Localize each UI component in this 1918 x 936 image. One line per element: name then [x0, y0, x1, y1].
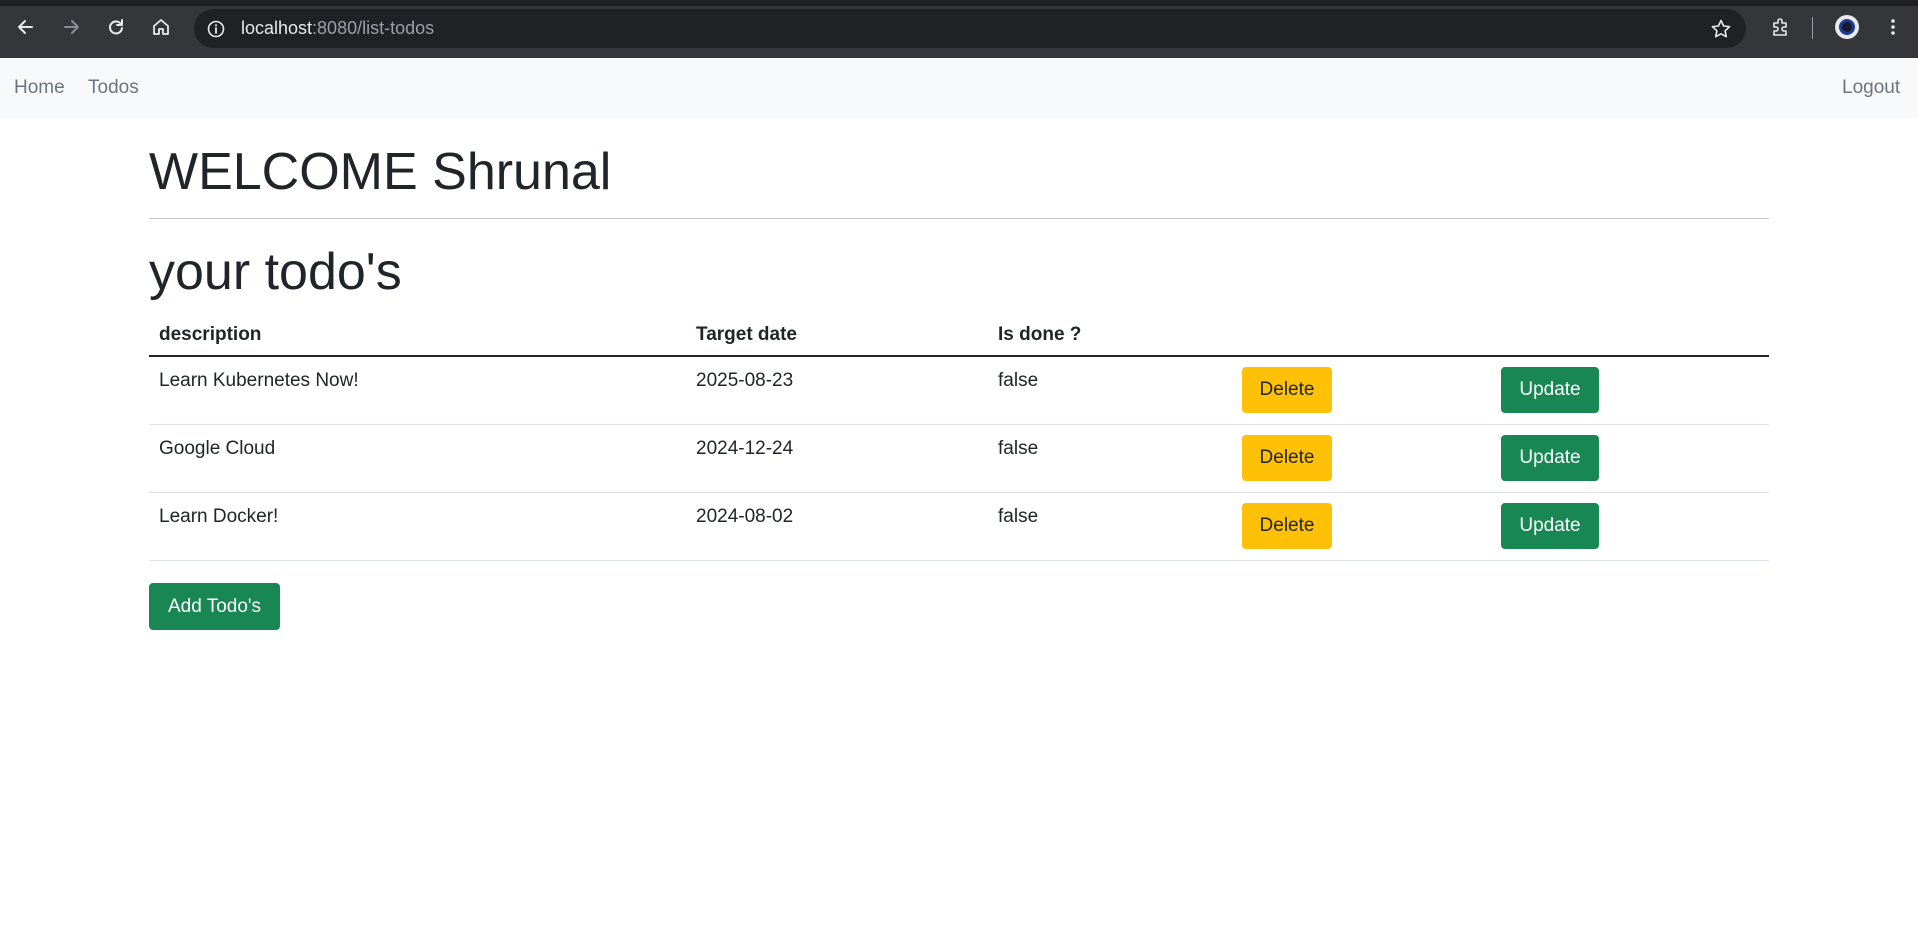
todo-target-date: 2024-12-24 — [696, 438, 794, 459]
home-icon[interactable] — [146, 12, 176, 42]
todo-is-done: false — [998, 370, 1039, 391]
nav-home-link[interactable]: Home — [14, 77, 65, 99]
reload-icon[interactable] — [101, 12, 131, 42]
todos-table: description Target date Is done ? Learn … — [149, 316, 1769, 561]
table-row: Google Cloud 2024-12-24 false Delete Upd… — [149, 425, 1769, 493]
info-icon[interactable] — [206, 19, 226, 39]
todo-target-date: 2024-08-02 — [696, 506, 794, 527]
star-icon[interactable] — [1710, 18, 1732, 40]
todo-description: Google Cloud — [159, 438, 276, 459]
menu-icon[interactable] — [1880, 14, 1906, 40]
todo-description: Learn Docker! — [159, 506, 279, 527]
app-navbar: Home Todos Logout — [0, 58, 1918, 118]
browser-toolbar: localhost:8080/list-todos — [0, 0, 1918, 58]
avatar-inner — [1839, 19, 1855, 35]
url-host: localhost — [241, 18, 313, 38]
nav-todos-link[interactable]: Todos — [88, 77, 139, 99]
toolbar-divider — [1812, 17, 1813, 39]
forward-icon[interactable] — [56, 12, 86, 42]
welcome-heading: WELCOME Shrunal — [149, 143, 612, 201]
address-bar[interactable]: localhost:8080/list-todos — [194, 9, 1746, 48]
todo-target-date: 2025-08-23 — [696, 370, 794, 391]
url-path: :8080/list-todos — [312, 18, 435, 38]
table-row: Learn Kubernetes Now! 2025-08-23 false D… — [149, 357, 1769, 425]
table-header: description Target date Is done ? — [149, 316, 1769, 357]
delete-button[interactable]: Delete — [1242, 503, 1332, 549]
browser-tab-strip — [0, 0, 1918, 6]
todo-description: Learn Kubernetes Now! — [159, 370, 359, 391]
header-target-date: Target date — [696, 324, 798, 345]
delete-button[interactable]: Delete — [1242, 435, 1332, 481]
header-description: description — [159, 324, 262, 345]
extensions-icon[interactable] — [1768, 14, 1794, 40]
todo-is-done: false — [998, 438, 1039, 459]
todo-is-done: false — [998, 506, 1039, 527]
back-icon[interactable] — [11, 12, 41, 42]
horizontal-rule — [149, 218, 1769, 219]
avatar — [1835, 15, 1859, 39]
header-is-done: Is done ? — [998, 324, 1082, 345]
delete-button[interactable]: Delete — [1242, 367, 1332, 413]
todos-heading: your todo's — [149, 243, 402, 301]
table-row: Learn Docker! 2024-08-02 false Delete Up… — [149, 493, 1769, 561]
update-button[interactable]: Update — [1501, 435, 1599, 481]
url-text[interactable]: localhost:8080/list-todos — [241, 18, 434, 38]
profile-icon[interactable] — [1834, 14, 1860, 40]
update-button[interactable]: Update — [1501, 367, 1599, 413]
add-todo-button[interactable]: Add Todo's — [149, 583, 280, 630]
update-button[interactable]: Update — [1501, 503, 1599, 549]
nav-logout-link[interactable]: Logout — [1842, 77, 1900, 99]
